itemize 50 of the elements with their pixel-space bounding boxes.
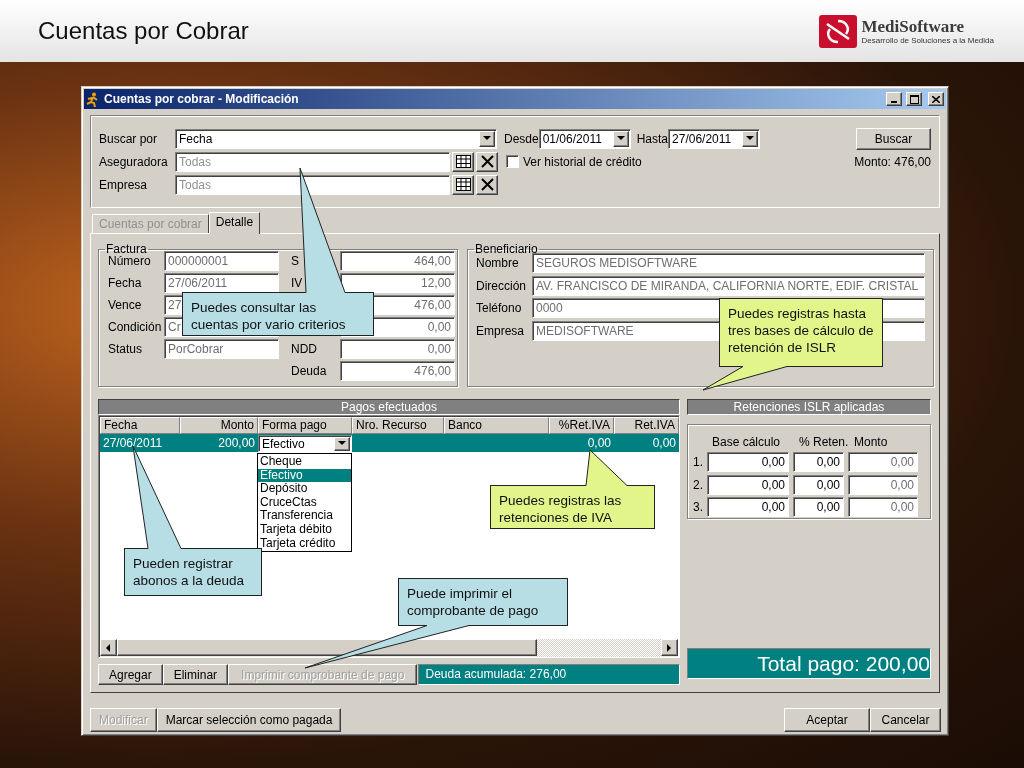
logo-name: MediSoftware xyxy=(861,17,966,36)
column-header: Ret.IVA xyxy=(614,417,679,434)
column-header: Banco xyxy=(444,417,549,434)
column-header: Forma pago xyxy=(258,417,352,434)
row-number: 2. xyxy=(693,477,704,492)
column-header: Monto xyxy=(180,417,258,434)
callout-tooltip: Puede imprimir el comprobante de pago xyxy=(398,578,568,626)
field-label: Empresa xyxy=(99,177,149,192)
total-amount: Monto: 476,00 xyxy=(854,154,931,169)
group-title: Factura xyxy=(105,242,148,256)
field-label: Condición xyxy=(108,320,163,334)
debt-summary: Deuda acumulada: 276,00 xyxy=(418,664,680,685)
field-label: Teléfono xyxy=(476,301,523,316)
field-label: Buscar por xyxy=(99,131,159,146)
callout-tooltip: Puedes consultar las cuentas por vario criterios xyxy=(182,292,374,336)
field-label: Dirección xyxy=(476,278,527,293)
field-label: IV xyxy=(291,276,304,290)
column-header: Monto xyxy=(853,435,889,451)
field-label: Vence xyxy=(108,298,143,312)
section-header: Pagos efectuados xyxy=(98,399,680,415)
field-label: Desde xyxy=(504,131,539,146)
field-label: Deuda xyxy=(291,364,328,378)
field-label: Fecha xyxy=(108,276,143,290)
field-label: S xyxy=(291,254,300,268)
field-label: Empresa xyxy=(476,323,526,338)
field-label: Número xyxy=(108,254,152,268)
field-label: Status xyxy=(108,342,144,356)
table-cell-text: 27/06/2011 xyxy=(102,435,164,452)
column-header: % Reten. xyxy=(798,435,849,451)
row-number: 3. xyxy=(693,500,704,515)
window-title: Cuentas por cobrar - Modificación xyxy=(104,92,300,106)
table-cell-text: 200,00 xyxy=(217,435,256,452)
field-label: Aseguradora xyxy=(99,154,169,169)
column-header: Fecha xyxy=(100,417,180,434)
group-title: Beneficiario xyxy=(474,242,539,256)
callout-tooltip: Pueden registrar abonos a la deuda xyxy=(124,548,262,596)
checkbox-label: Ver historial de crédito xyxy=(523,154,642,169)
column-header: %Ret.IVA xyxy=(549,417,614,434)
field-label: Hasta xyxy=(636,131,669,146)
section-header: Retenciones ISLR aplicadas xyxy=(687,399,931,415)
slide-title: Cuentas por Cobrar xyxy=(38,17,250,45)
total-display: Total pago: 200,00 xyxy=(687,648,931,679)
logo-tagline: Desarrollo de Soluciones a la Medida xyxy=(861,35,994,45)
field-label: NDD xyxy=(291,342,318,356)
column-header: Nro. Recurso xyxy=(352,417,444,434)
table-cell-text: 0,00 xyxy=(651,435,677,452)
table-cell-text: 0,00 xyxy=(586,435,612,452)
column-header: Base cálculo xyxy=(711,435,782,451)
field-label: Nombre xyxy=(476,256,520,271)
row-number: 1. xyxy=(693,455,704,470)
